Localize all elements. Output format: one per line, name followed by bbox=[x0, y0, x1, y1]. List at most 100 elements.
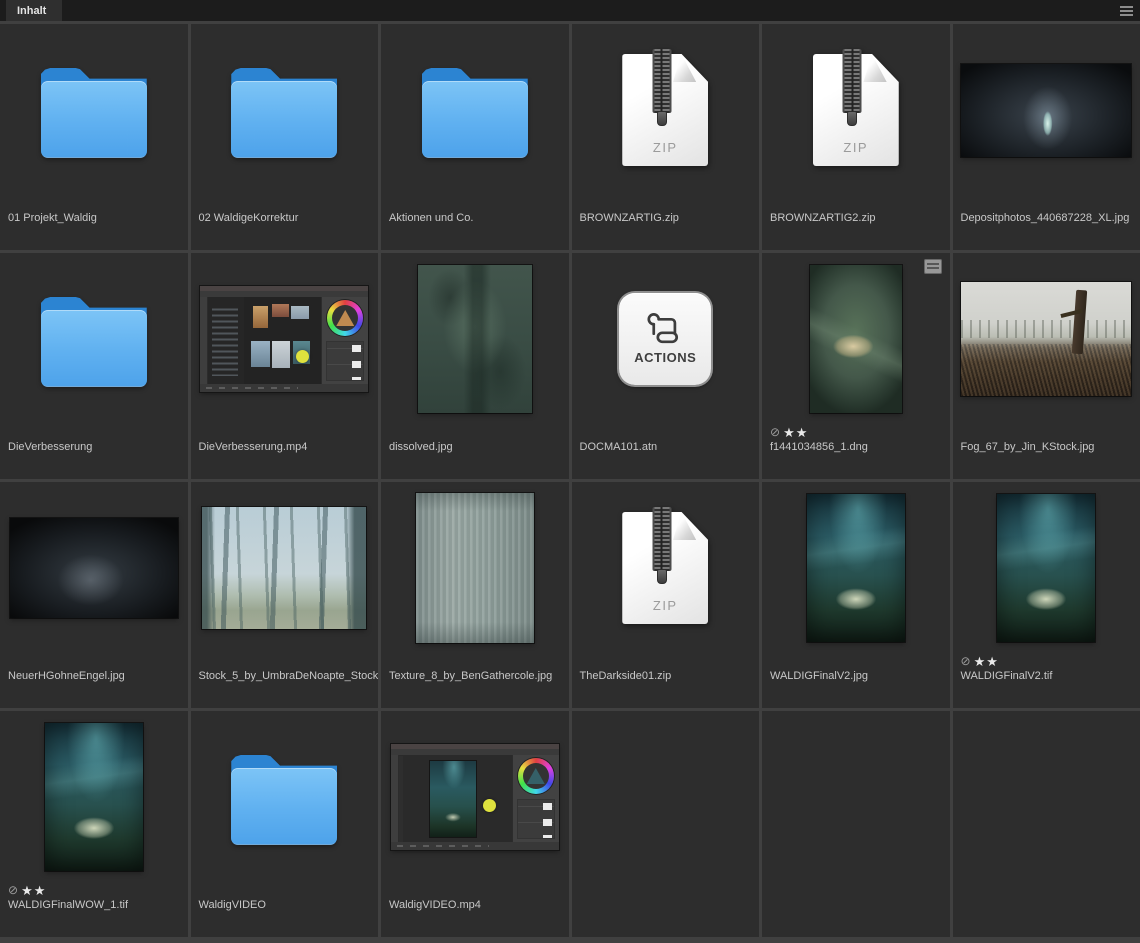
rating-row bbox=[572, 654, 760, 669]
blue-folder-icon bbox=[231, 755, 337, 845]
file-cell[interactable]: WaldigVIDEO.mp4 bbox=[381, 711, 569, 937]
file-name: WALDIGFinalV2.jpg bbox=[762, 669, 950, 682]
ps-tools-panel bbox=[200, 297, 208, 384]
ps-right-panel bbox=[321, 297, 368, 384]
folder-icon[interactable] bbox=[0, 24, 188, 196]
waldig-artwork-thumbnail bbox=[807, 494, 905, 642]
file-cell[interactable]: ⊘ ★★ f1441034856_1.dng bbox=[762, 253, 950, 479]
file-name: DieVerbesserung bbox=[0, 440, 188, 453]
file-cell[interactable]: Aktionen und Co. bbox=[381, 24, 569, 250]
blue-folder-icon bbox=[41, 297, 147, 387]
skull-photo-thumbnail bbox=[810, 265, 902, 413]
rating-row bbox=[572, 425, 760, 440]
content-grid: 01 Projekt_Waldig 02 WaldigeKorrektur Ak… bbox=[0, 21, 1140, 937]
rating-row bbox=[191, 425, 379, 440]
tab-label: Inhalt bbox=[17, 5, 46, 17]
file-cell[interactable]: ACTIONS DOCMA101.atn bbox=[572, 253, 760, 479]
file-name: 02 WaldigeKorrektur bbox=[191, 211, 379, 224]
star-rating: ★★ bbox=[783, 425, 808, 440]
waldig-artwork-thumbnail bbox=[997, 494, 1095, 642]
image-thumbnail-area[interactable] bbox=[953, 253, 1140, 425]
file-cell[interactable]: WALDIGFinalV2.jpg bbox=[762, 482, 950, 708]
foggy-forest-thumbnail bbox=[202, 507, 366, 629]
file-cell[interactable]: Stock_5_by_UmbraDeNoapte_Stock.jpg bbox=[191, 482, 379, 708]
rating-row[interactable]: ⊘ ★★ bbox=[953, 654, 1140, 669]
rating-row bbox=[953, 425, 1140, 440]
reject-icon: ⊘ bbox=[961, 654, 971, 669]
file-name: Texture_8_by_BenGathercole.jpg bbox=[381, 669, 569, 682]
empty-cell bbox=[762, 711, 950, 937]
zip-document-icon: ZIP bbox=[813, 54, 899, 166]
file-name: DOCMA101.atn bbox=[572, 440, 760, 453]
image-thumbnail-area[interactable] bbox=[953, 482, 1140, 654]
file-cell[interactable]: ⊘ ★★ WALDIGFinalV2.tif bbox=[953, 482, 1140, 708]
file-cell[interactable]: DieVerbesserung bbox=[0, 253, 188, 479]
file-cell[interactable]: Fog_67_by_Jin_KStock.jpg bbox=[953, 253, 1140, 479]
image-thumbnail-area[interactable] bbox=[0, 711, 188, 883]
file-cell[interactable]: ZIP BROWNZARTIG.zip bbox=[572, 24, 760, 250]
color-wheel-icon bbox=[327, 300, 363, 336]
image-thumbnail-area[interactable] bbox=[381, 482, 569, 654]
file-name: BROWNZARTIG.zip bbox=[572, 211, 760, 224]
panel-menu-icon[interactable] bbox=[1120, 6, 1133, 16]
dark-forest-thumbnail bbox=[10, 518, 178, 618]
file-cell[interactable]: Texture_8_by_BenGathercole.jpg bbox=[381, 482, 569, 708]
zip-label: ZIP bbox=[622, 140, 708, 155]
zip-label: ZIP bbox=[813, 140, 899, 155]
rating-row bbox=[191, 654, 379, 669]
blue-folder-icon bbox=[41, 68, 147, 158]
file-name: WaldigVIDEO bbox=[191, 898, 379, 911]
file-cell[interactable]: ZIP BROWNZARTIG2.zip bbox=[762, 24, 950, 250]
file-cell[interactable]: ⊘ ★★ WALDIGFinalWOW_1.tif bbox=[0, 711, 188, 937]
file-cell[interactable]: 02 WaldigeKorrektur bbox=[191, 24, 379, 250]
file-name: DieVerbesserung.mp4 bbox=[191, 440, 379, 453]
rating-row[interactable]: ⊘ ★★ bbox=[762, 425, 950, 440]
ps-canvas bbox=[244, 297, 321, 384]
ps-right-panel bbox=[512, 755, 559, 842]
folder-icon[interactable] bbox=[191, 24, 379, 196]
photoshop-screenshot-thumbnail bbox=[391, 744, 559, 850]
file-cell[interactable]: 01 Projekt_Waldig bbox=[0, 24, 188, 250]
dead-stump-shape bbox=[1072, 290, 1087, 354]
zipper-pull bbox=[657, 111, 667, 126]
gray-texture-thumbnail bbox=[416, 493, 534, 643]
zip-file-icon[interactable]: ZIP bbox=[572, 24, 760, 196]
file-cell[interactable]: ZIP TheDarkside01.zip bbox=[572, 482, 760, 708]
image-thumbnail-area[interactable] bbox=[381, 253, 569, 425]
file-name: NeuerHGohneEngel.jpg bbox=[0, 669, 188, 682]
file-cell[interactable]: NeuerHGohneEngel.jpg bbox=[0, 482, 188, 708]
reject-icon: ⊘ bbox=[770, 425, 780, 440]
zipper-pull bbox=[657, 569, 667, 584]
image-thumbnail-area[interactable] bbox=[953, 24, 1140, 196]
fog-landscape-thumbnail bbox=[961, 282, 1131, 396]
folder-icon[interactable] bbox=[381, 24, 569, 196]
file-name: WaldigVIDEO.mp4 bbox=[381, 898, 569, 911]
file-cell[interactable]: dissolved.jpg bbox=[381, 253, 569, 479]
actions-file-icon[interactable]: ACTIONS bbox=[572, 253, 760, 425]
blue-folder-icon bbox=[231, 68, 337, 158]
image-thumbnail-area[interactable] bbox=[0, 482, 188, 654]
zip-document-icon: ZIP bbox=[622, 54, 708, 166]
rating-row bbox=[762, 196, 950, 211]
folder-icon[interactable] bbox=[191, 711, 379, 883]
rating-row[interactable]: ⊘ ★★ bbox=[0, 883, 188, 898]
cursor-highlight-dot bbox=[296, 350, 309, 363]
ps-layers-panel bbox=[517, 799, 555, 839]
rating-row bbox=[191, 883, 379, 898]
file-cell[interactable]: WaldigVIDEO bbox=[191, 711, 379, 937]
zip-file-icon[interactable]: ZIP bbox=[762, 24, 950, 196]
rating-row bbox=[191, 196, 379, 211]
file-cell[interactable]: DieVerbesserung.mp4 bbox=[191, 253, 379, 479]
actions-button-icon: ACTIONS bbox=[619, 293, 711, 385]
folder-icon[interactable] bbox=[0, 253, 188, 425]
video-thumbnail-area[interactable] bbox=[381, 711, 569, 883]
image-thumbnail-area[interactable] bbox=[762, 253, 950, 425]
file-cell[interactable]: Depositphotos_440687228_XL.jpg bbox=[953, 24, 1140, 250]
rating-row bbox=[381, 883, 569, 898]
ps-tools-panel bbox=[391, 755, 399, 842]
video-thumbnail-area[interactable] bbox=[191, 253, 379, 425]
zip-file-icon[interactable]: ZIP bbox=[572, 482, 760, 654]
tab-inhalt[interactable]: Inhalt bbox=[6, 0, 62, 21]
image-thumbnail-area[interactable] bbox=[762, 482, 950, 654]
image-thumbnail-area[interactable] bbox=[191, 482, 379, 654]
